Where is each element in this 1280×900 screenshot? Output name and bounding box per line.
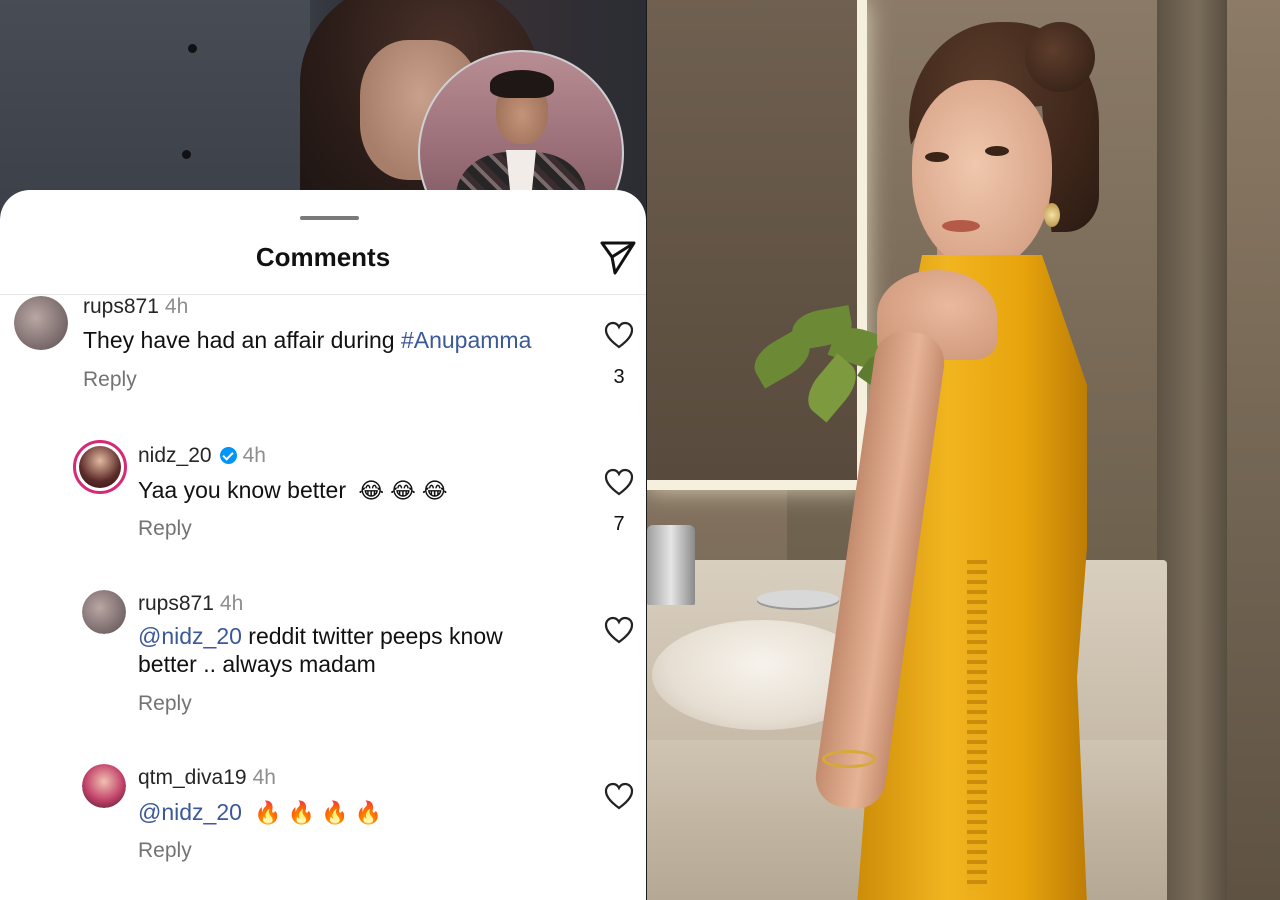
hashtag-link[interactable]: #Anupamma [401,327,531,353]
heart-outline-icon[interactable] [604,468,634,496]
comment-text-content: They have had an affair during [83,327,401,353]
lips [942,220,980,232]
paper-plane-icon[interactable] [598,237,638,277]
reply-button[interactable]: Reply [138,839,192,863]
wall-column [1157,0,1237,900]
face [912,80,1052,270]
reply-button[interactable]: Reply [83,368,137,392]
laughing-emoji: 😂 [390,478,416,503]
fire-emoji: 🔥 [354,800,382,825]
like-count: 7 [613,513,625,535]
dress-ruching [967,560,987,890]
avatar[interactable] [82,764,126,808]
fire-emoji: 🔥 [254,800,282,825]
earring [1044,203,1060,227]
avatar[interactable] [82,590,126,634]
comment-text: Yaa you know better 😂 😂 😂 [138,476,578,505]
shirt-button [188,44,197,53]
heart-outline-icon[interactable] [604,782,634,810]
hair-bun [1025,22,1095,92]
username[interactable]: qtm_diva19 [138,766,247,789]
shirt-button [182,150,191,159]
laughing-emoji: 😂 [358,478,385,503]
timestamp: 4h [164,295,189,318]
avatar[interactable] [73,440,127,494]
timestamp: 4h [219,592,244,615]
comment-meta: qtm_diva19 4h [138,766,276,790]
mention-link[interactable]: @nidz_20 [138,799,242,825]
comment-meta: rups871 4h [83,295,188,319]
drag-handle[interactable] [300,216,359,220]
comments-screenshot: Comments rups871 4h They have had an affa… [0,0,646,900]
avatar[interactable] [14,296,68,350]
timestamp: 4h [252,766,276,789]
comment-text: @nidz_20 🔥 🔥 🔥 🔥 [138,798,578,827]
sheet-title: Comments [255,242,391,272]
username[interactable]: rups871 [138,592,214,615]
username[interactable]: nidz_20 [138,444,212,467]
wall [1227,0,1280,900]
reply-button[interactable]: Reply [138,692,192,716]
shirt-image [0,0,310,215]
comment-text: They have had an affair during #Anupamma [83,326,603,354]
username[interactable]: rups871 [83,295,159,318]
comment-text-content: Yaa you know better [138,477,346,503]
actress-photo [647,0,1280,900]
laughing-emoji: 😂 [421,478,448,503]
heart-outline-icon[interactable] [604,321,634,349]
soap-dish [757,590,839,608]
bracelet [822,750,876,768]
comment-meta: rups871 4h [138,592,243,616]
comments-sheet: Comments rups871 4h They have had an affa… [0,190,646,900]
heart-outline-icon[interactable] [604,616,634,644]
comment-meta: nidz_20 4h [138,444,266,468]
reply-button[interactable]: Reply [138,517,192,541]
comment-text: @nidz_20 reddit twitter peeps know bette… [138,622,558,678]
faucet [647,525,695,605]
mention-link[interactable]: @nidz_20 [138,623,242,649]
like-count: 3 [613,366,625,388]
fire-emoji: 🔥 [287,800,316,825]
verified-badge-icon [219,447,237,464]
eye [985,146,1009,156]
hair-image [490,70,554,98]
eye [925,152,949,162]
fire-emoji: 🔥 [321,800,349,825]
timestamp: 4h [242,444,266,467]
